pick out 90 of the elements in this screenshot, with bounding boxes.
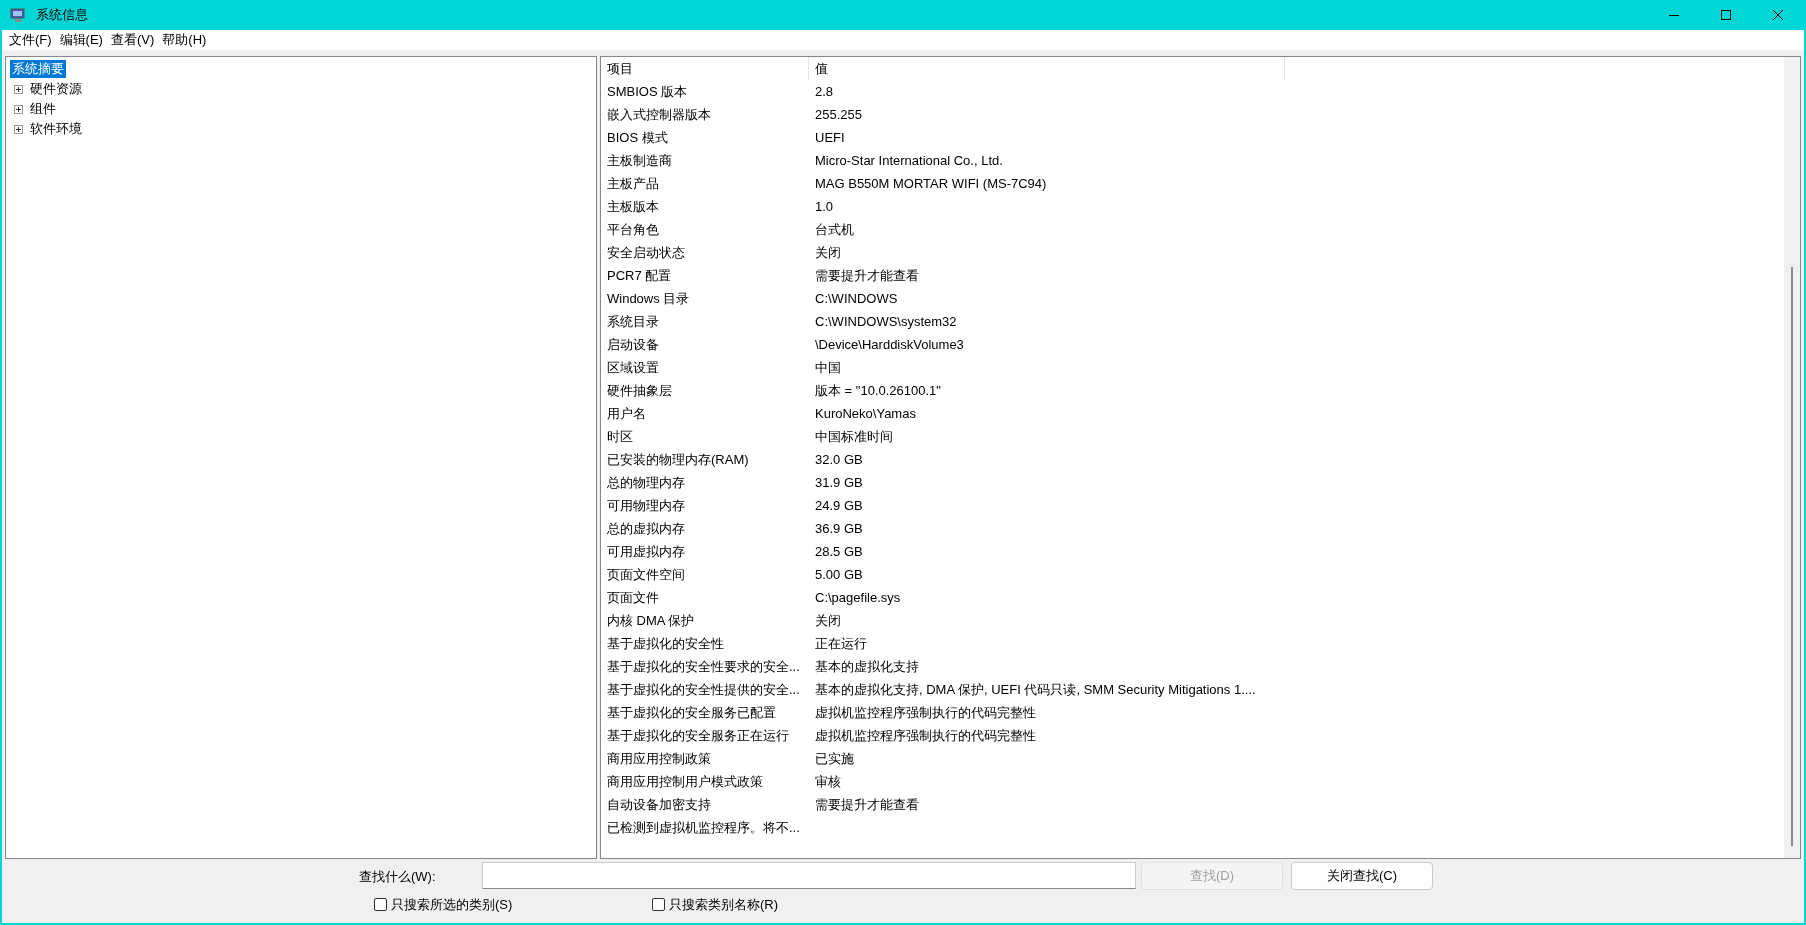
table-cell-text: 总的虚拟内存 [606, 519, 686, 538]
table-cell-text: 关闭 [814, 611, 842, 630]
table-cell-text: 版本 = "10.0.26100.1" [814, 381, 942, 400]
table-cell-text: 主板版本 [606, 197, 660, 216]
table-cell-text: 需要提升才能查看 [814, 266, 920, 285]
table-cell-text: 内核 DMA 保护 [606, 611, 696, 630]
table-cell-text: 主板产品 [606, 174, 660, 193]
table-cell-text: BIOS 模式 [606, 128, 669, 147]
table-cell-text: \Device\HarddiskVolume3 [814, 335, 965, 354]
tree-item[interactable]: 硬件资源 [28, 79, 84, 99]
table-cell-text: C:\WINDOWS\system32 [814, 312, 958, 331]
table-cell-text: 系统目录 [606, 312, 660, 331]
table-cell-text: 关闭 [814, 243, 842, 262]
find-label: 查找什么(W): [359, 868, 436, 886]
table-cell-text: 需要提升才能查看 [814, 795, 920, 814]
table-cell-text: 页面文件 [606, 588, 660, 607]
table-cell-text: 页面文件空间 [606, 565, 686, 584]
table-cell-text: 总的物理内存 [606, 473, 686, 492]
table-cell-text: 2.8 [814, 82, 835, 101]
table-cell-text: SMBIOS 版本 [606, 82, 689, 101]
monitor-icon [10, 7, 26, 23]
table-cell-text: 时区 [606, 427, 634, 446]
table-cell-text: 基本的虚拟化支持 [814, 657, 920, 676]
table-cell-text: 1.0 [814, 197, 835, 216]
table-cell-text: 可用物理内存 [606, 496, 686, 515]
tree-item[interactable]: 软件环境 [28, 119, 84, 139]
maximize-icon [1721, 10, 1731, 20]
table-cell-text: 区域设置 [606, 358, 660, 377]
table-cell-text: 31.9 GB [814, 473, 864, 492]
table-cell-text: 基于虚拟化的安全性要求的安全... [606, 657, 801, 676]
menu-item[interactable]: 编辑(E) [56, 30, 106, 50]
table-cell-text: 基于虚拟化的安全服务已配置 [606, 703, 777, 722]
table-cell-text: 中国标准时间 [814, 427, 894, 446]
table-cell-text: 自动设备加密支持 [606, 795, 712, 814]
table-cell-text: 台式机 [814, 220, 855, 239]
table-cell-text: 虚拟机监控程序强制执行的代码完整性 [814, 703, 1037, 722]
table-cell-text: 24.9 GB [814, 496, 864, 515]
checkbox[interactable] [652, 898, 665, 911]
tree-item[interactable]: 系统摘要 [10, 60, 66, 78]
table-cell-text: 审核 [814, 772, 842, 791]
table-cell-text: Micro-Star International Co., Ltd. [814, 151, 1004, 170]
scrollbar[interactable] [1784, 57, 1800, 858]
table-cell-text: 基于虚拟化的安全性提供的安全... [606, 680, 801, 699]
table-cell-text: UEFI [814, 128, 846, 147]
window-title: 系统信息 [36, 6, 88, 25]
table-cell-text: 商用应用控制用户模式政策 [606, 772, 764, 791]
table-cell-text: KuroNeko\Yamas [814, 404, 917, 423]
table-cell-text: C:\WINDOWS [814, 289, 899, 308]
table-cell-text: 平台角色 [606, 220, 660, 239]
table-cell-text: 虚拟机监控程序强制执行的代码完整性 [814, 726, 1037, 745]
expand-icon[interactable] [14, 124, 23, 134]
checkbox-label[interactable]: 只搜索类别名称(R) [669, 895, 779, 915]
menu-item[interactable]: 查看(V) [107, 30, 158, 50]
table-cell-text: 启动设备 [606, 335, 660, 354]
table-cell-text: 36.9 GB [814, 519, 864, 538]
table-cell-text: 正在运行 [814, 634, 868, 653]
table-cell-text: 255.255 [814, 105, 863, 124]
close-icon [1773, 10, 1783, 20]
table-cell-text: 可用虚拟内存 [606, 542, 686, 561]
table-cell-text: 商用应用控制政策 [606, 749, 712, 768]
table-cell-text: MAG B550M MORTAR WIFI (MS-7C94) [814, 174, 1048, 193]
table-cell-text: 嵌入式控制器版本 [606, 105, 712, 124]
close-find-button[interactable]: 关闭查找(C) [1291, 862, 1433, 890]
checkbox[interactable] [374, 898, 387, 911]
table-cell-text: 基于虚拟化的安全性 [606, 634, 725, 653]
expand-icon[interactable] [14, 104, 23, 114]
find-input[interactable] [482, 862, 1136, 889]
scrollbar-thumb[interactable] [1791, 267, 1793, 846]
menu-item[interactable]: 文件(F) [6, 30, 55, 50]
table-cell-text: 28.5 GB [814, 542, 864, 561]
table-cell-text: 已检测到虚拟机监控程序。将不... [606, 818, 801, 837]
table-cell-text: 已实施 [814, 749, 855, 768]
minimize-icon [1669, 14, 1679, 16]
menu-item[interactable]: 帮助(H) [159, 30, 210, 50]
table-cell-text: PCR7 配置 [606, 266, 673, 285]
table-cell-text: 安全启动状态 [606, 243, 686, 262]
table-cell-text: 32.0 GB [814, 450, 864, 469]
table-cell-text: 用户名 [606, 404, 647, 423]
table-cell-text: 基本的虚拟化支持, DMA 保护, UEFI 代码只读, SMM Security Mitigations 1.... [814, 680, 1257, 699]
table-cell-text: 已安装的物理内存(RAM) [606, 450, 750, 469]
tree-item[interactable]: 组件 [28, 99, 58, 119]
table-cell-text: 硬件抽象层 [606, 381, 673, 400]
expand-icon[interactable] [14, 84, 23, 94]
checkbox-label[interactable]: 只搜索所选的类别(S) [391, 895, 513, 915]
table-cell-text: 5.00 GB [814, 565, 864, 584]
table-cell-text: 中国 [814, 358, 842, 377]
table-cell-text: 主板制造商 [606, 151, 673, 170]
table-cell-text: Windows 目录 [606, 289, 691, 308]
table-cell-text: 基于虚拟化的安全服务正在运行 [606, 726, 790, 745]
table-cell-text: C:\pagefile.sys [814, 588, 902, 607]
